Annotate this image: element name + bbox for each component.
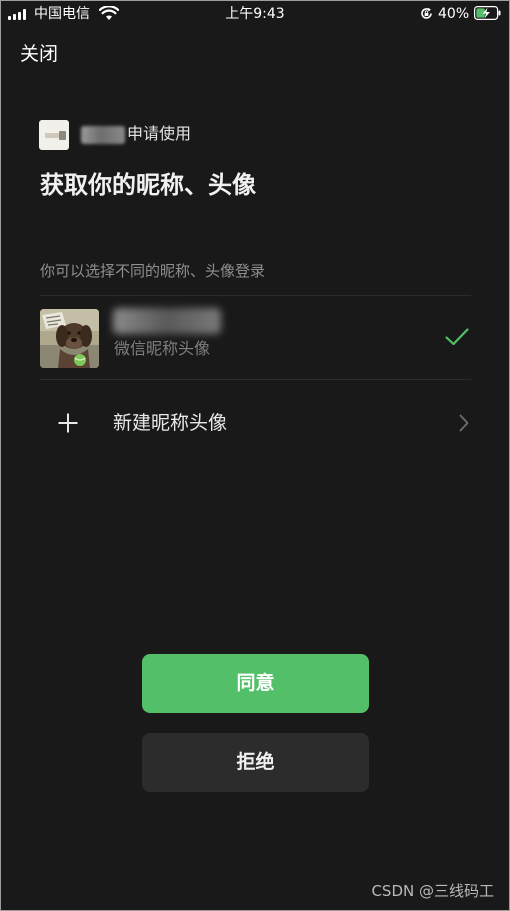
status-time: 上午9:43	[225, 6, 285, 22]
divider	[40, 295, 471, 296]
new-profile-option[interactable]: 新建昵称头像	[40, 394, 471, 452]
app-name-blurred: 遇	[81, 126, 125, 144]
close-button[interactable]: 关闭	[20, 41, 58, 67]
chevron-right-icon	[459, 414, 469, 432]
status-bar: 中国电信 上午9:43 40%	[0, 0, 510, 28]
plus-icon	[58, 413, 78, 433]
profile-subtitle: 微信昵称头像	[114, 339, 211, 358]
battery-percent: 40%	[438, 6, 470, 22]
app-request-line: 遇申请使用	[81, 123, 191, 145]
app-logo	[39, 120, 69, 150]
divider	[40, 379, 471, 380]
reject-button[interactable]: 拒绝	[142, 733, 369, 792]
page-title: 获取你的昵称、头像	[40, 171, 256, 199]
battery-charging-icon	[474, 6, 501, 20]
rotation-lock-icon	[421, 7, 432, 19]
nickname-blurred	[113, 308, 221, 334]
avatar	[40, 309, 99, 368]
new-profile-label: 新建昵称头像	[113, 412, 228, 434]
agree-button[interactable]: 同意	[142, 654, 369, 713]
watermark: CSDN @三线码工	[371, 882, 494, 900]
current-profile-option[interactable]: 微信昵称头像	[40, 300, 471, 378]
request-text: 申请使用	[127, 124, 192, 143]
choice-hint: 你可以选择不同的昵称、头像登录	[40, 262, 266, 280]
checkmark-icon	[445, 328, 469, 346]
